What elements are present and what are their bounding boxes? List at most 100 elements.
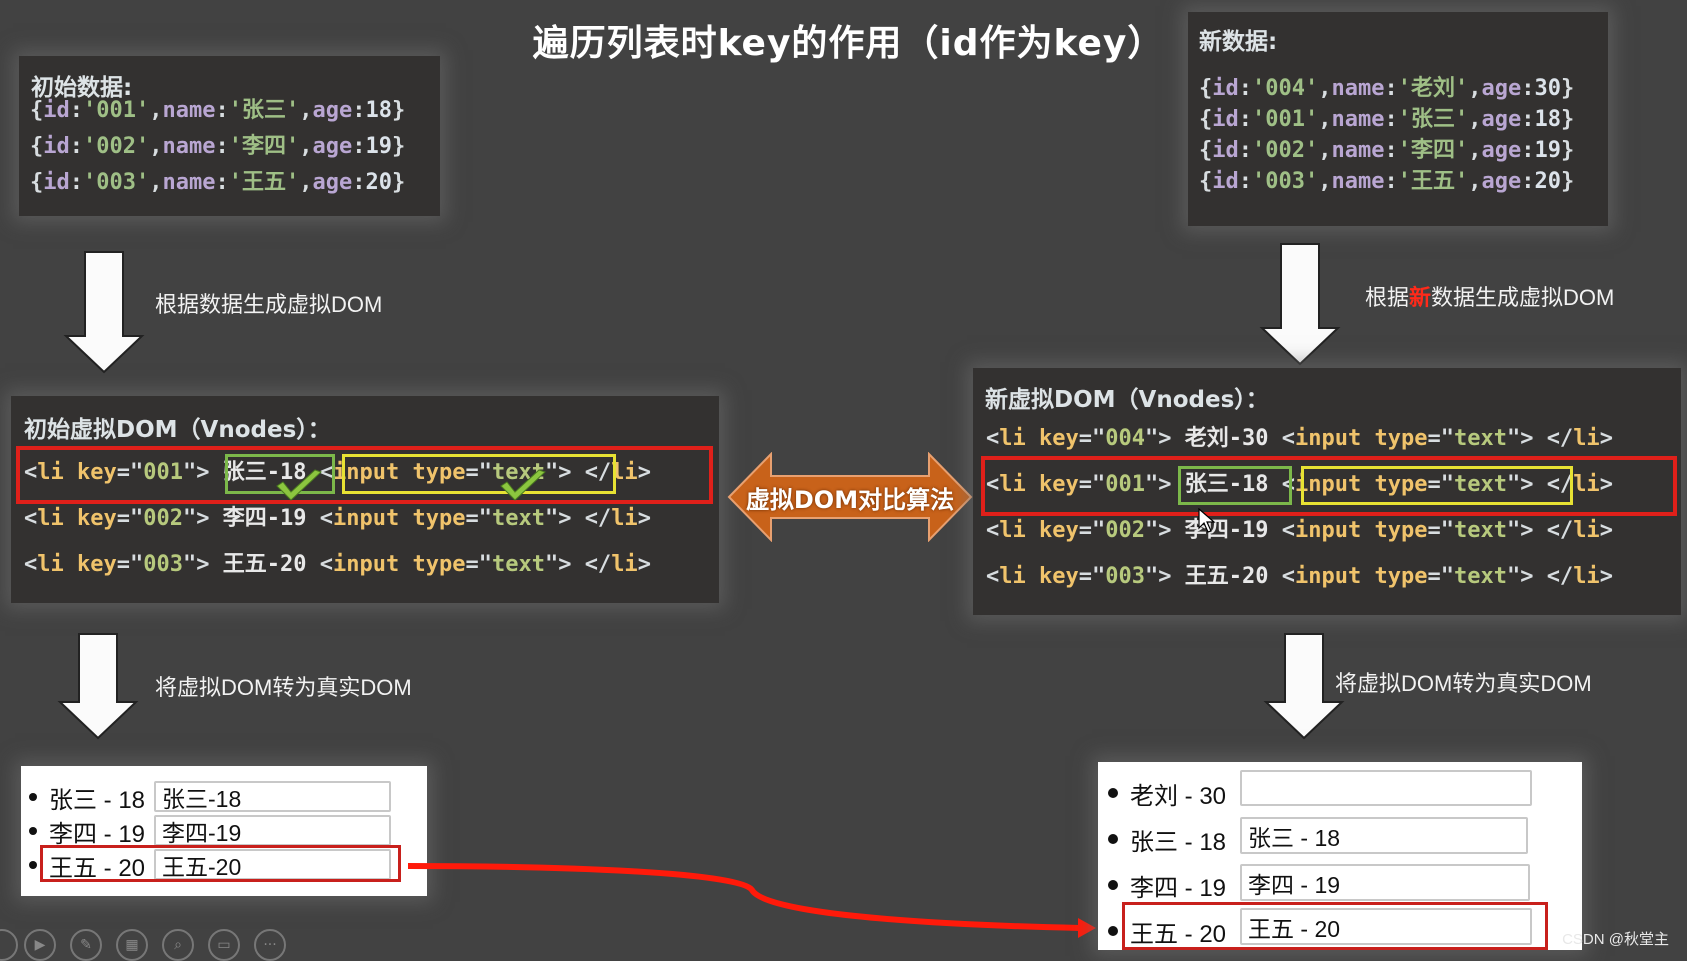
play-icon[interactable]: ▶ (24, 929, 56, 961)
prev-icon[interactable] (0, 929, 18, 961)
record-age: 19 (1534, 138, 1561, 163)
text-input[interactable]: 李四-19 (154, 815, 391, 846)
new-data-label: 新数据: (1199, 29, 1278, 55)
record-name: '李四' (228, 134, 300, 159)
code-token: " (182, 552, 197, 577)
down-arrow-icon (57, 633, 139, 740)
code-token: } (1560, 107, 1575, 132)
code-token: : (1521, 76, 1535, 101)
code-token: < (306, 506, 333, 531)
more-icon[interactable]: ··· (254, 929, 286, 961)
code-token: > (196, 506, 223, 531)
code-token: = (1427, 564, 1441, 589)
list-item-label: 李四 - 19 (1130, 874, 1227, 902)
code-token: : (1384, 169, 1398, 194)
record-age: 20 (1534, 169, 1561, 194)
code-token: name (162, 170, 216, 195)
vnode-key: 002 (143, 506, 183, 531)
code-token: , (149, 134, 163, 159)
code-token: < (986, 518, 1000, 543)
code-token: { (30, 134, 44, 159)
code-token: < (24, 552, 38, 577)
record-age: 30 (1534, 76, 1561, 101)
vnode-row: <li key="004"> 老刘-30 <input type="text">… (986, 428, 1613, 450)
code-token: > (558, 506, 585, 531)
code-token: > (1158, 426, 1185, 451)
code-token: text (1453, 426, 1507, 451)
code-token: " (129, 552, 144, 577)
code-token: { (1199, 169, 1213, 194)
record-age: 18 (365, 98, 392, 123)
bullet-icon (1108, 926, 1118, 936)
code-token: , (1468, 169, 1482, 194)
zoom-icon[interactable]: ⌕ (162, 929, 194, 961)
record-id: '001' (1252, 107, 1319, 132)
text-input[interactable]: 张三-18 (154, 781, 391, 812)
list-item: 李四 - 19 (29, 814, 145, 848)
text-input[interactable] (1240, 770, 1532, 806)
code-token: li (611, 552, 638, 577)
code-token: : (352, 170, 366, 195)
bullet-icon (29, 861, 37, 869)
code-token: , (149, 170, 163, 195)
code-token: , (1468, 76, 1482, 101)
code-token: } (391, 134, 406, 159)
code-token: : (69, 134, 83, 159)
pen-icon[interactable]: ✎ (70, 929, 102, 961)
data-record: {id:'002',name:'李四',age:19} (30, 136, 405, 158)
code-token: , (1318, 138, 1332, 163)
highlight-input-node (1301, 466, 1573, 505)
list-item: 张三 - 18 (29, 780, 145, 814)
code-token: < (1268, 518, 1295, 543)
code-token: = (116, 506, 130, 531)
record-age: 20 (365, 170, 392, 195)
down-arrow-icon (63, 251, 145, 374)
initial-vdom-panel: 初始虚拟DOM（Vnodes）： <li key="001"> 张三-18 <i… (11, 396, 719, 603)
code-token: text (1453, 564, 1507, 589)
code-token: " (478, 506, 492, 531)
initial-real-dom-panel: 张三 - 18 张三-18 李四 - 19 李四-19 王五 - 20 王五-2… (21, 766, 427, 896)
code-token: li (1573, 426, 1600, 451)
code-token: } (1560, 169, 1575, 194)
record-age: 19 (365, 134, 392, 159)
text-input[interactable]: 张三 - 18 (1240, 817, 1528, 854)
vnode-key: 003 (1105, 564, 1145, 589)
code-token: } (1560, 138, 1575, 163)
code-token: , (299, 134, 313, 159)
code-token: name (1331, 76, 1385, 101)
code-token: age (312, 170, 353, 195)
list-item: 李四 - 19 (1108, 866, 1226, 904)
code-token: < (24, 506, 38, 531)
text-input[interactable]: 李四 - 19 (1240, 864, 1530, 901)
code-token: : (1521, 169, 1535, 194)
code-token: : (69, 170, 83, 195)
slides-icon[interactable]: ▦ (116, 929, 148, 961)
code-token: < (1268, 564, 1295, 589)
subtitle-icon[interactable]: ▭ (208, 929, 240, 961)
code-token: " (1506, 518, 1521, 543)
code-token: > (1599, 518, 1613, 543)
code-token: : (352, 134, 366, 159)
code-token: { (1199, 107, 1213, 132)
record-age: 18 (1534, 107, 1561, 132)
code-token: = (1078, 518, 1092, 543)
code-token: name (162, 134, 216, 159)
list-item-label: 李四 - 19 (49, 820, 146, 848)
code-token: " (1506, 426, 1521, 451)
code-token: li (999, 564, 1026, 589)
code-token: { (30, 170, 44, 195)
code-token: li (611, 506, 638, 531)
bullet-icon (29, 827, 37, 835)
code-token: " (478, 552, 492, 577)
vnode-key: 004 (1105, 426, 1145, 451)
code-token: input (1294, 426, 1362, 451)
generate-vdom-caption: 根据数据生成虚拟DOM (155, 292, 383, 317)
list-item: 张三 - 18 (1108, 820, 1226, 858)
code-token: < (306, 552, 333, 577)
code-token: : (1238, 107, 1252, 132)
code-token: = (1427, 426, 1441, 451)
highlight-text-node (1178, 466, 1292, 505)
generate-new-vdom-caption: 根据新数据生成虚拟DOM (1365, 280, 1614, 312)
initial-vdom-label: 初始虚拟DOM（Vnodes）： (24, 417, 331, 443)
render-new-real-dom-caption: 将虚拟DOM转为真实DOM (1335, 671, 1592, 696)
